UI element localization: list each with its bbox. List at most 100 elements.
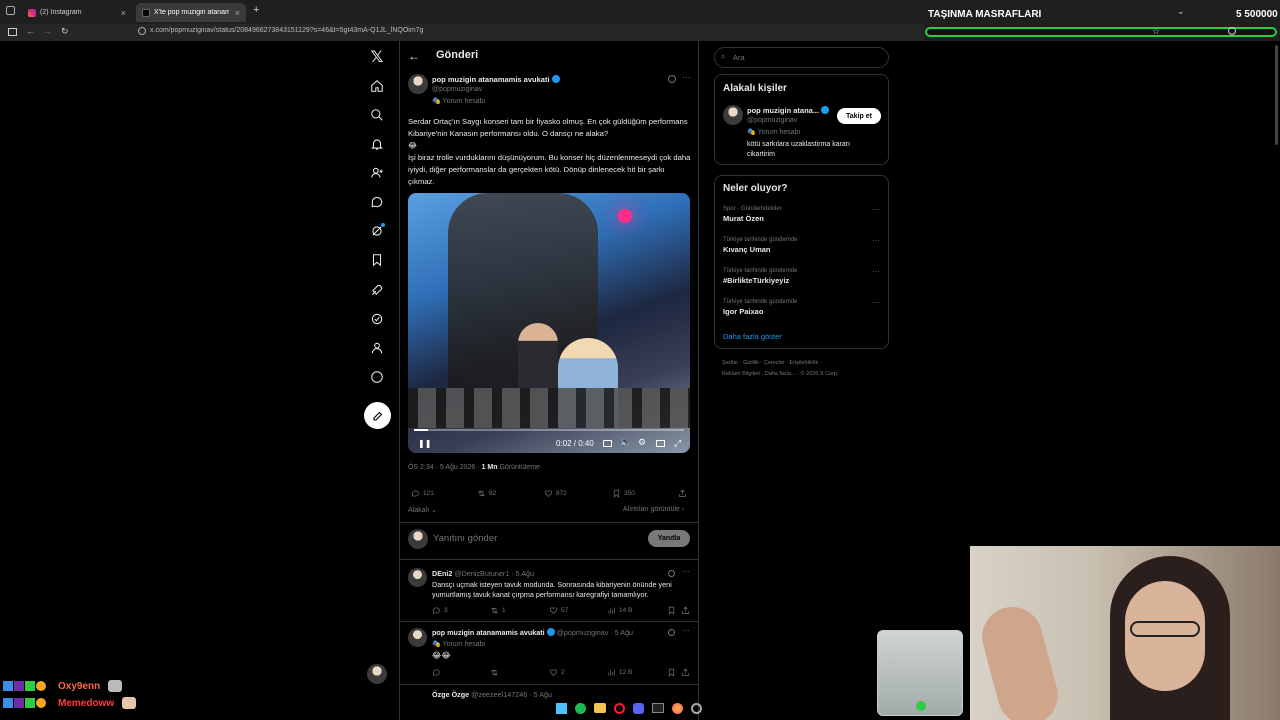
post-timestamp[interactable]: ÖS 2:34 · 5 Ağu 2026 · bbox=[408, 464, 482, 471]
view-quotes-link[interactable]: Alıntıları görüntüle › bbox=[623, 506, 684, 513]
bookmark-button[interactable]: 350 bbox=[612, 489, 635, 498]
compose-post-button[interactable] bbox=[364, 402, 391, 429]
pip-icon[interactable] bbox=[656, 440, 665, 447]
reply-avatar[interactable] bbox=[408, 568, 427, 587]
reply-share-button[interactable] bbox=[681, 668, 690, 677]
url-text[interactable]: x.com/popmuziginav/status/20849662738431… bbox=[150, 27, 423, 34]
profile-icon[interactable] bbox=[1228, 27, 1236, 35]
search-input[interactable]: Ara bbox=[733, 53, 745, 62]
close-tab-icon[interactable]: × bbox=[235, 8, 240, 18]
reply-like-button[interactable]: 2 bbox=[549, 668, 565, 677]
windows-start-icon[interactable] bbox=[556, 702, 567, 714]
tab-actions-icon[interactable] bbox=[6, 6, 15, 15]
trend-more-icon[interactable]: ··· bbox=[872, 267, 880, 276]
firefox-icon[interactable] bbox=[672, 702, 683, 714]
person-avatar[interactable] bbox=[723, 105, 743, 125]
reload-icon[interactable]: ↻ bbox=[61, 26, 69, 37]
pause-icon[interactable]: ❚❚ bbox=[418, 439, 431, 448]
footer-links[interactable]: Şartlar · Gizlilik · Çerezler · Erişileb… bbox=[722, 360, 822, 366]
search-icon[interactable] bbox=[369, 107, 385, 123]
tab-x-post[interactable]: X'te pop muzigin atanamamis avukati × bbox=[136, 3, 246, 22]
account-avatar[interactable] bbox=[367, 664, 387, 684]
site-info-icon[interactable] bbox=[138, 27, 146, 35]
new-tab-button[interactable]: + bbox=[253, 4, 259, 16]
reply-reply-button[interactable]: 3 bbox=[432, 606, 448, 615]
reply-reply-button[interactable] bbox=[432, 668, 441, 677]
person-name[interactable]: pop muzigin atana... bbox=[747, 106, 830, 115]
show-more-link[interactable]: Daha fazla göster bbox=[723, 332, 782, 341]
captions-icon[interactable] bbox=[603, 440, 612, 447]
grok-icon[interactable] bbox=[369, 223, 385, 239]
reply-bookmark-button[interactable] bbox=[667, 668, 676, 677]
x-logo-icon[interactable]: 𝕏 bbox=[369, 49, 385, 66]
reply-button[interactable]: 121 bbox=[411, 489, 434, 498]
close-tab-icon[interactable]: × bbox=[121, 8, 126, 18]
reply-more-icon[interactable]: ··· bbox=[682, 567, 690, 576]
reply-author-handle[interactable]: @zeezeel147246 · 5 Ağu bbox=[471, 690, 552, 699]
volume-icon[interactable]: 🔈 bbox=[620, 437, 631, 448]
reply-views[interactable]: 14 B bbox=[607, 606, 632, 615]
reply-author-handle[interactable]: @DenizButuner1 · 5 Ağu bbox=[454, 569, 534, 578]
message-icon[interactable] bbox=[369, 194, 385, 210]
back-arrow-icon[interactable]: ← bbox=[408, 49, 420, 63]
post-author-name[interactable]: pop muzigin atanamamis avukati bbox=[432, 75, 560, 84]
settings-icon[interactable] bbox=[691, 702, 702, 714]
home-icon[interactable] bbox=[369, 78, 385, 94]
relevance-dropdown[interactable]: Alakalı ⌄ bbox=[408, 506, 437, 514]
rocket-icon[interactable] bbox=[369, 282, 385, 298]
video-progress-track[interactable] bbox=[414, 429, 684, 431]
back-icon[interactable]: ← bbox=[26, 26, 35, 36]
more-icon[interactable] bbox=[369, 369, 385, 385]
trend-item[interactable]: Spor · Gündemdekiler Murat Özen bbox=[723, 206, 883, 223]
trend-item[interactable]: Türkiye tarihinde gündemde Kıvanç Uman bbox=[723, 237, 883, 254]
page-scrollbar[interactable] bbox=[1275, 45, 1278, 145]
trend-item[interactable]: Türkiye tarihinde gündemde Igor Paixao bbox=[723, 299, 883, 316]
trend-more-icon[interactable]: ··· bbox=[872, 205, 880, 214]
video-player[interactable]: ❚❚ 0:02 / 0:40 🔈 ⚙ ⤢ bbox=[408, 193, 690, 453]
reply-repost-button[interactable] bbox=[490, 668, 499, 677]
fullscreen-icon[interactable]: ⤢ bbox=[674, 438, 681, 449]
like-button[interactable]: 872 bbox=[544, 489, 567, 498]
reply-more-icon[interactable]: ··· bbox=[682, 626, 690, 635]
reply-author-name[interactable]: pop muzigin atanamamis avukati bbox=[432, 628, 545, 637]
reply-views[interactable]: 12 B bbox=[607, 668, 632, 677]
grok-action-icon[interactable] bbox=[668, 629, 675, 636]
reply-author-name[interactable]: DEni2 bbox=[432, 569, 452, 578]
discord-icon[interactable] bbox=[633, 702, 644, 714]
reply-bookmark-button[interactable] bbox=[667, 606, 676, 615]
tab-instagram[interactable]: (2) Instagram × bbox=[22, 3, 132, 22]
reply-author-name[interactable]: Özge Özge bbox=[432, 690, 469, 699]
search-box[interactable]: ⌕ Ara bbox=[714, 47, 889, 68]
people-icon[interactable] bbox=[369, 165, 385, 181]
footer-links-2[interactable]: Reklam Bilgileri · Daha fazla... · © 202… bbox=[722, 371, 839, 377]
follow-button[interactable]: Takip et bbox=[837, 108, 881, 124]
terminal-icon[interactable] bbox=[652, 703, 664, 713]
bell-icon[interactable] bbox=[369, 136, 385, 152]
reply-submit-button[interactable]: Yanıtla bbox=[648, 530, 690, 547]
post-author-handle[interactable]: @popmuziginav bbox=[432, 86, 482, 93]
reply-avatar[interactable] bbox=[408, 628, 427, 647]
verified-icon[interactable] bbox=[369, 311, 385, 327]
trend-more-icon[interactable]: ··· bbox=[872, 236, 880, 245]
reply-share-button[interactable] bbox=[681, 606, 690, 615]
sidebar-toggle-icon[interactable] bbox=[8, 28, 17, 36]
person-handle[interactable]: @popmuziginav bbox=[747, 117, 797, 124]
bookmark-star-icon[interactable]: ☆ bbox=[1152, 26, 1160, 37]
forward-icon[interactable]: → bbox=[43, 26, 52, 36]
post-author-avatar[interactable] bbox=[408, 74, 428, 94]
share-button[interactable] bbox=[678, 489, 687, 498]
grok-action-icon[interactable] bbox=[668, 75, 676, 83]
grok-action-icon[interactable] bbox=[668, 570, 675, 577]
trend-more-icon[interactable]: ··· bbox=[872, 298, 880, 307]
settings-gear-icon[interactable]: ⚙ bbox=[638, 437, 646, 448]
spotify-icon[interactable] bbox=[575, 702, 586, 714]
reply-author-handle[interactable]: @popmuziginav · 5 Ağu bbox=[557, 628, 633, 637]
reply-repost-button[interactable]: 1 bbox=[490, 606, 506, 615]
reply-like-button[interactable]: 57 bbox=[549, 606, 568, 615]
profile-icon[interactable] bbox=[369, 340, 385, 356]
trend-item[interactable]: Türkiye tarihinde gündemde #BirlikteTürk… bbox=[723, 268, 883, 285]
repost-button[interactable]: 92 bbox=[477, 489, 496, 498]
bookmark-icon[interactable] bbox=[369, 252, 385, 268]
file-explorer-icon[interactable] bbox=[594, 703, 606, 713]
post-more-icon[interactable]: ··· bbox=[682, 72, 691, 82]
